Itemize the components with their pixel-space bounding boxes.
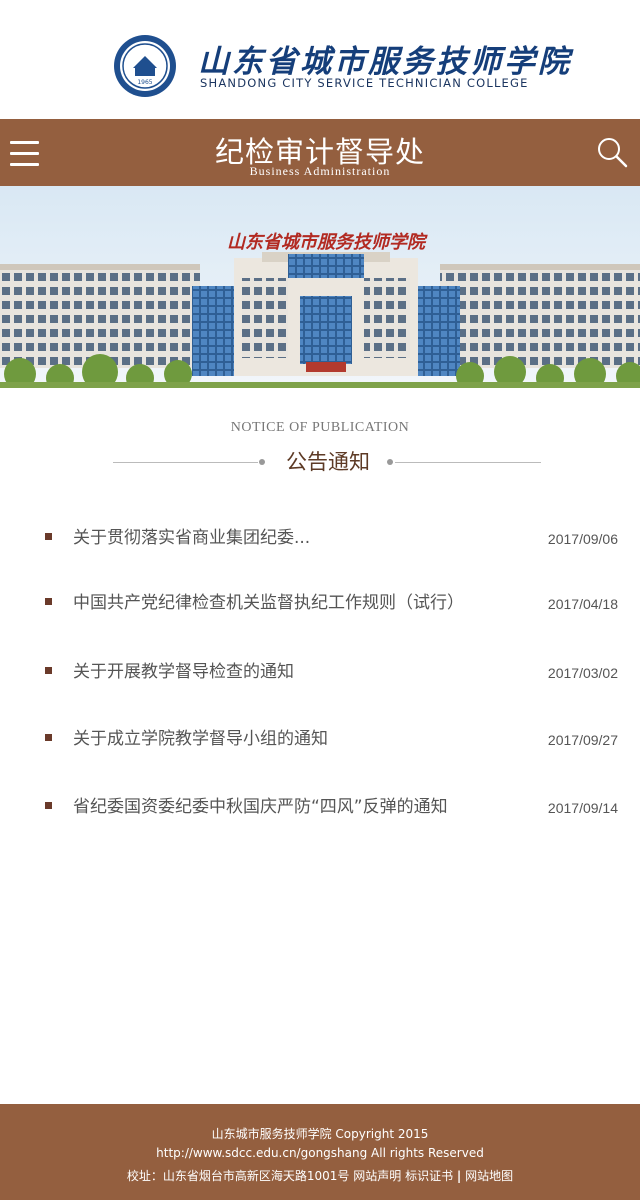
notice-item[interactable]: 中国共产党纪律检查机关监督执纪工作规则（试行） 2017/04/18 (0, 576, 640, 626)
bullet-square-icon (45, 598, 52, 605)
notice-item[interactable]: 省纪委国资委纪委中秋国庆严防“四风”反弹的通知 2017/09/14 (0, 780, 640, 830)
notice-date: 2017/09/06 (547, 531, 618, 547)
bullet-square-icon (45, 734, 52, 741)
bullet-square-icon (45, 533, 52, 540)
bullet-square-icon (45, 667, 52, 674)
page-subtitle: Business Administration (249, 164, 391, 178)
footer-links-row: 校址：山东省烟台市高新区海天路1001号 网站声明 标识证书 | 网站地图 (0, 1167, 640, 1184)
notice-title[interactable]: 关于成立学院教学督导小组的通知 (73, 724, 328, 749)
footer-link-cert[interactable]: 标识证书 (405, 1169, 453, 1183)
footer-url: http://www.sdcc.edu.cn/gongshang All rig… (156, 1146, 484, 1160)
notice-date: 2017/09/27 (547, 732, 618, 748)
notice-title[interactable]: 关于开展教学督导检查的通知 (73, 657, 294, 682)
site-footer: 山东城市服务技师学院 Copyright 2015 http://www.sdc… (0, 1104, 640, 1200)
nav-bar: 纪检审计督导处 Business Administration (0, 119, 640, 186)
notice-date: 2017/04/18 (547, 596, 618, 612)
notice-item[interactable]: 关于成立学院教学督导小组的通知 2017/09/27 (0, 712, 640, 762)
svg-text:1965: 1965 (137, 79, 152, 86)
campus-banner-image: 山东省城市服务技师学院 (0, 186, 640, 388)
notice-date: 2017/09/14 (547, 800, 618, 816)
notice-item[interactable]: 关于贯彻落实省商业集团纪委... 2017/09/06 (0, 511, 640, 561)
divider-dot-right (387, 459, 393, 465)
notice-title[interactable]: 中国共产党纪律检查机关监督执纪工作规则（试行） (73, 588, 464, 613)
footer-address: 校址：山东省烟台市高新区海天路1001号 (126, 1169, 350, 1183)
notice-title[interactable]: 关于贯彻落实省商业集团纪委... (73, 523, 310, 548)
bullet-square-icon (45, 802, 52, 809)
footer-link-sitemap[interactable]: 网站地图 (465, 1169, 513, 1183)
divider-right (395, 462, 541, 463)
college-name-cn: 山东省城市服务技师学院 (198, 44, 572, 80)
footer-link-statement[interactable]: 网站声明 (353, 1169, 401, 1183)
site-header: 1965 山东省城市服务技师学院 SHANDONG CITY SERVICE T… (0, 0, 640, 119)
section-title-en: NOTICE OF PUBLICATION (230, 420, 410, 435)
footer-separator: | (456, 1169, 462, 1183)
section-title-cn: 公告通知 (286, 450, 370, 474)
college-name-en: SHANDONG CITY SERVICE TECHNICIAN COLLEGE (200, 76, 529, 90)
banner-sign-text: 山东省城市服务技师学院 (227, 232, 428, 253)
search-icon[interactable] (596, 136, 628, 168)
notice-title[interactable]: 省纪委国资委纪委中秋国庆严防“四风”反弹的通知 (73, 792, 448, 817)
college-seal-logo[interactable]: 1965 (113, 34, 177, 98)
footer-copyright: 山东城市服务技师学院 Copyright 2015 (211, 1127, 429, 1141)
notice-date: 2017/03/02 (547, 665, 618, 681)
notice-item[interactable]: 关于开展教学督导检查的通知 2017/03/02 (0, 645, 640, 695)
